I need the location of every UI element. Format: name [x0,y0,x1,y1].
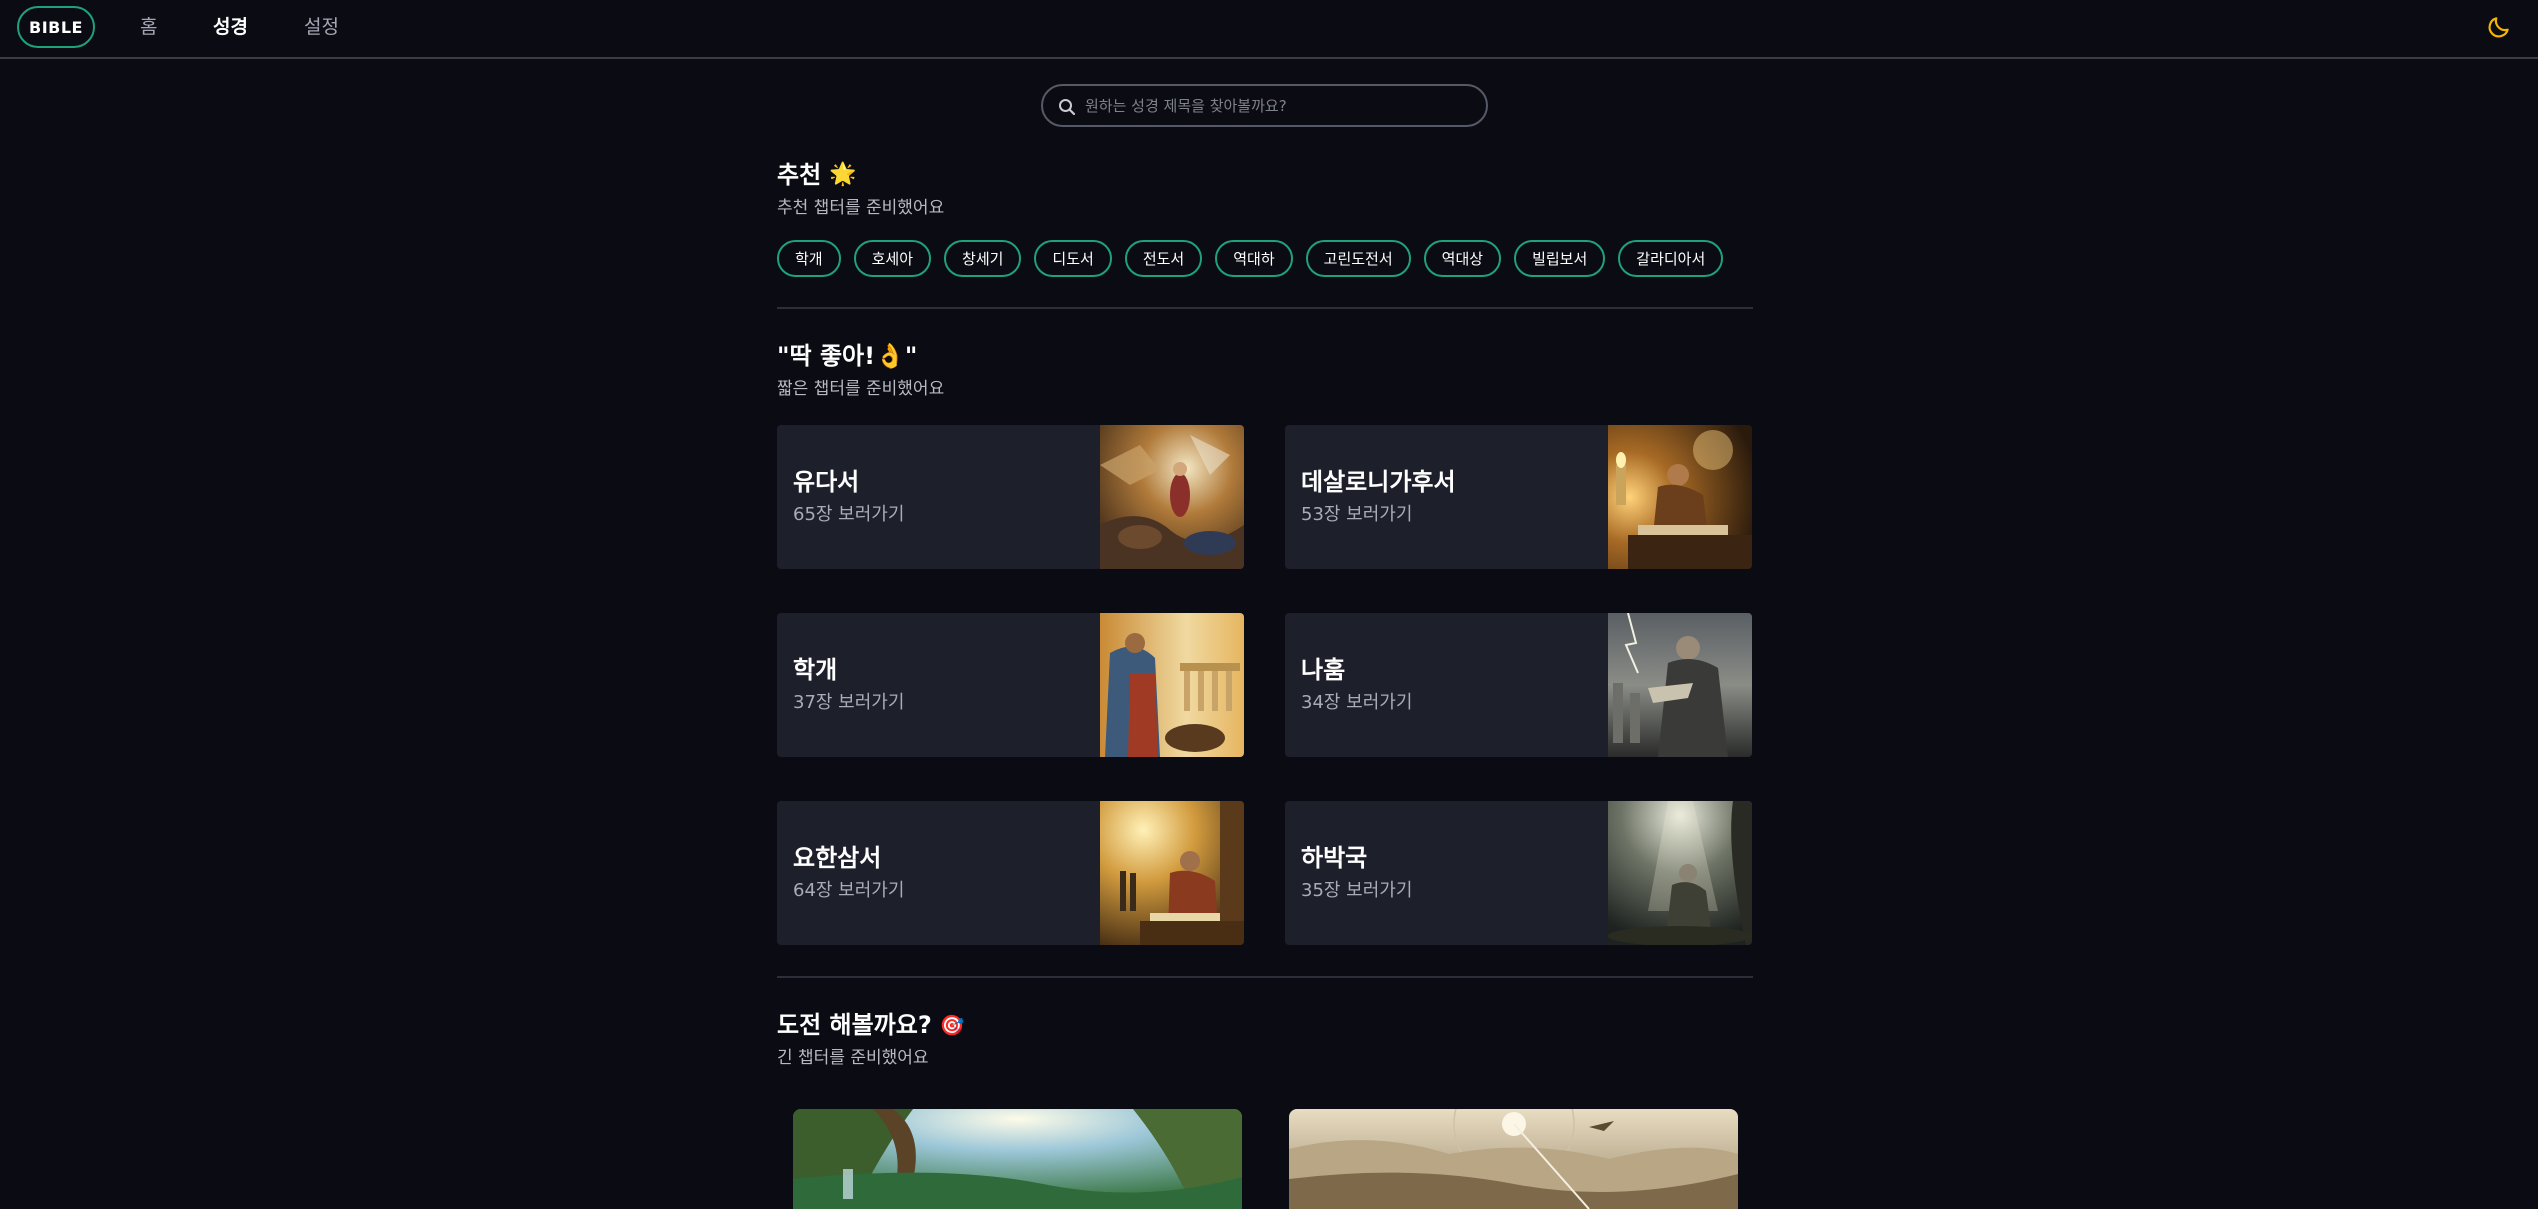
chip[interactable]: 역대하 [1215,240,1293,277]
recommend-subtitle: 추천 챕터를 준비했어요 [777,198,945,218]
card-image [1608,425,1752,569]
card-title: 나훔 [1301,656,1346,684]
chip[interactable]: 역대상 [1423,240,1502,277]
star-icon: 🌟 [829,162,857,187]
nav-link-settings[interactable]: 설정 [304,13,339,41]
section-divider [777,307,1753,309]
chip[interactable]: 갈라디아서 [1618,240,1724,277]
card-subtitle: 65장 보러가기 [793,504,905,525]
moon-icon[interactable] [2486,14,2512,40]
card-image [1100,801,1244,945]
chapter-card[interactable]: 데살로니가후서 53장 보러가기 [1285,425,1752,569]
recommend-title: 추천 🌟 [777,158,857,192]
card-subtitle: 64장 보러가기 [793,880,905,901]
challenge-card-image[interactable] [793,1109,1242,1209]
top-navigation: BIBLE 홈 성경 설정 [0,0,2538,59]
card-title: 하박국 [1301,844,1368,872]
chip[interactable]: 디도서 [1034,240,1112,277]
chapter-card[interactable]: 하박국 35장 보러가기 [1285,801,1752,945]
card-image [1100,613,1244,757]
logo-button[interactable]: BIBLE [17,6,95,48]
chip-list: 학개 호세아 창세기 디도서 전도서 역대하 고린도전서 역대상 빌립보서 갈라… [777,240,1724,277]
card-title: 학개 [793,656,838,684]
card-subtitle: 53장 보러가기 [1301,504,1413,525]
challenge-title: 도전 해볼까요? 🎯 [777,1008,965,1042]
nav-link-home[interactable]: 홈 [140,13,157,41]
nav-link-bible[interactable]: 성경 [213,13,248,41]
target-icon: 🎯 [939,1013,965,1037]
search-input[interactable] [1083,86,1478,125]
chip[interactable]: 창세기 [944,240,1022,277]
short-subtitle: 짧은 챕터를 준비했어요 [777,379,945,399]
card-title: 요한삼서 [793,844,882,872]
chip[interactable]: 전도서 [1124,240,1203,277]
challenge-subtitle: 긴 챕터를 준비했어요 [777,1048,929,1068]
chapter-card[interactable]: 학개 37장 보러가기 [777,613,1244,757]
search-bar[interactable] [1041,84,1488,127]
chip[interactable]: 빌립보서 [1514,240,1606,277]
challenge-card-image[interactable] [1289,1109,1738,1209]
card-subtitle: 37장 보러가기 [793,692,905,713]
chip[interactable]: 호세아 [853,240,932,277]
chip[interactable]: 고린도전서 [1305,240,1411,277]
card-image [1608,801,1752,945]
card-image [1608,613,1752,757]
chapter-card[interactable]: 요한삼서 64장 보러가기 [777,801,1244,945]
card-title: 유다서 [793,468,860,496]
chip[interactable]: 학개 [777,240,841,277]
challenge-title-text: 도전 해볼까요? [777,1011,932,1039]
chapter-card[interactable]: 유다서 65장 보러가기 [777,425,1244,569]
short-title: "딱 좋아!👌" [777,342,918,370]
card-subtitle: 34장 보러가기 [1301,692,1413,713]
chapter-card[interactable]: 나훔 34장 보러가기 [1285,613,1752,757]
card-image [1100,425,1244,569]
card-subtitle: 35장 보러가기 [1301,880,1413,901]
section-divider [777,976,1753,978]
search-icon [1057,97,1077,117]
card-title: 데살로니가후서 [1301,468,1456,496]
recommend-title-text: 추천 [777,161,822,189]
